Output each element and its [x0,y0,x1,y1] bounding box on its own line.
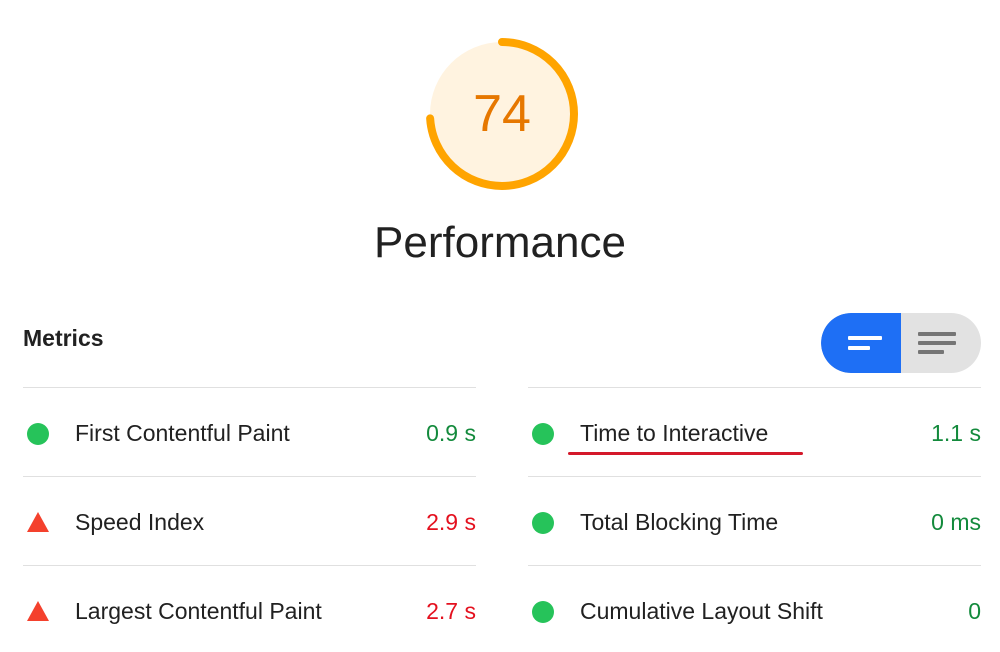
metrics-heading: Metrics [23,325,104,351]
category-title: Performance [374,218,626,267]
expanded-view-button[interactable] [901,313,981,373]
metric-label: Total Blocking Time [580,509,779,535]
metric-value: 1.1 s [931,420,981,446]
lighthouse-report: 74 Performance Metrics First Contentful … [0,0,1000,652]
metric-value: 0 ms [931,509,981,535]
metric-row-largest-contentful-paint[interactable]: Largest Contentful Paint 2.7 s [23,565,476,652]
metric-value: 2.7 s [426,598,476,624]
metric-label: Largest Contentful Paint [75,598,322,624]
status-indicator-icon [27,423,49,445]
metrics-column-right: Time to Interactive 1.1 s Total Blocking… [528,387,981,652]
status-indicator-icon [532,512,554,534]
metric-value: 2.9 s [426,509,476,535]
compact-view-button[interactable] [821,313,901,373]
metric-row-total-blocking-time[interactable]: Total Blocking Time 0 ms [528,476,981,565]
metric-label: Speed Index [75,509,205,535]
metrics-column-left: First Contentful Paint 0.9 s Speed Index… [23,387,476,652]
metric-row-time-to-interactive[interactable]: Time to Interactive 1.1 s [528,387,981,476]
metric-row-cumulative-layout-shift[interactable]: Cumulative Layout Shift 0 [528,565,981,652]
performance-score-gauge[interactable]: 74 [422,34,582,194]
status-indicator-icon [532,423,554,445]
status-indicator-icon [27,512,49,532]
performance-score-value: 74 [473,85,531,143]
highlight-underline [568,452,803,455]
metric-label: Cumulative Layout Shift [580,598,823,624]
status-indicator-icon [532,601,554,623]
metric-row-speed-index[interactable]: Speed Index 2.9 s [23,476,476,565]
metric-row-first-contentful-paint[interactable]: First Contentful Paint 0.9 s [23,387,476,476]
metrics-view-toggle[interactable] [821,313,981,373]
metric-value: 0.9 s [426,420,476,446]
metric-value: 0 [968,598,981,624]
status-indicator-icon [27,601,49,621]
metric-label: Time to Interactive [580,420,769,446]
metric-label: First Contentful Paint [75,420,290,446]
